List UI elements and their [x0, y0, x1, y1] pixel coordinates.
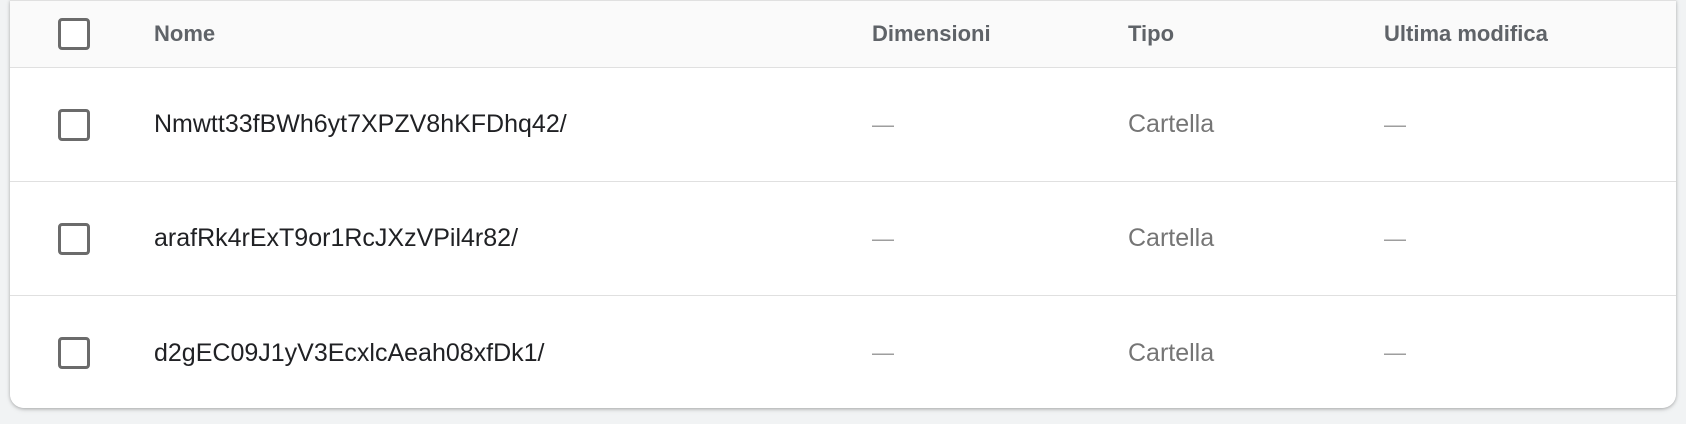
column-header-type[interactable]: Tipo [1128, 1, 1174, 67]
table-row[interactable]: arafRk4rExT9or1RcJXzVPil4r82/ — Cartella… [10, 182, 1676, 296]
size-value: — [872, 340, 894, 365]
size-value: — [872, 111, 894, 137]
modified-cell: — [1384, 68, 1406, 181]
row-select-cell [58, 68, 98, 181]
column-header-modified[interactable]: Ultima modifica [1384, 1, 1548, 67]
table-row[interactable]: Nmwtt33fBWh6yt7XPZV8hKFDhq42/ — Cartella… [10, 68, 1676, 182]
table-header: Nome Dimensioni Tipo Ultima modifica [10, 0, 1676, 68]
modified-cell: — [1384, 296, 1406, 408]
row-select-cell [58, 182, 98, 295]
type-value: Cartella [1128, 110, 1215, 138]
modified-value: — [1384, 111, 1406, 137]
size-cell: — [872, 296, 894, 408]
modified-cell: — [1384, 182, 1406, 295]
select-all-cell [58, 1, 98, 67]
type-value: Cartella [1128, 338, 1215, 367]
row-checkbox[interactable] [58, 108, 90, 141]
row-checkbox[interactable] [58, 337, 90, 369]
folder-name[interactable]: d2gEC09J1yV3EcxlcAeah08xfDk1/ [154, 339, 545, 368]
folder-name-cell[interactable]: arafRk4rExT9or1RcJXzVPil4r82/ [154, 182, 518, 295]
type-cell: Cartella [1128, 182, 1214, 295]
table-row[interactable]: d2gEC09J1yV3EcxlcAeah08xfDk1/ — Cartella… [10, 296, 1676, 408]
row-checkbox[interactable] [58, 222, 90, 255]
size-cell: — [872, 68, 894, 181]
type-value: Cartella [1128, 224, 1215, 252]
column-header-size[interactable]: Dimensioni [872, 1, 991, 67]
folder-name[interactable]: arafRk4rExT9or1RcJXzVPil4r82/ [154, 224, 518, 253]
file-list-table: Nome Dimensioni Tipo Ultima modifica Nmw… [10, 0, 1676, 408]
size-cell: — [872, 182, 894, 295]
modified-value: — [1384, 340, 1406, 365]
column-header-name[interactable]: Nome [154, 1, 215, 67]
row-select-cell [58, 296, 98, 408]
modified-value: — [1384, 225, 1406, 251]
folder-name[interactable]: Nmwtt33fBWh6yt7XPZV8hKFDhq42/ [154, 110, 567, 139]
folder-name-cell[interactable]: d2gEC09J1yV3EcxlcAeah08xfDk1/ [154, 296, 545, 408]
type-cell: Cartella [1128, 68, 1214, 181]
type-cell: Cartella [1128, 296, 1214, 408]
size-value: — [872, 225, 894, 251]
folder-name-cell[interactable]: Nmwtt33fBWh6yt7XPZV8hKFDhq42/ [154, 68, 567, 181]
select-all-checkbox[interactable] [58, 18, 90, 50]
